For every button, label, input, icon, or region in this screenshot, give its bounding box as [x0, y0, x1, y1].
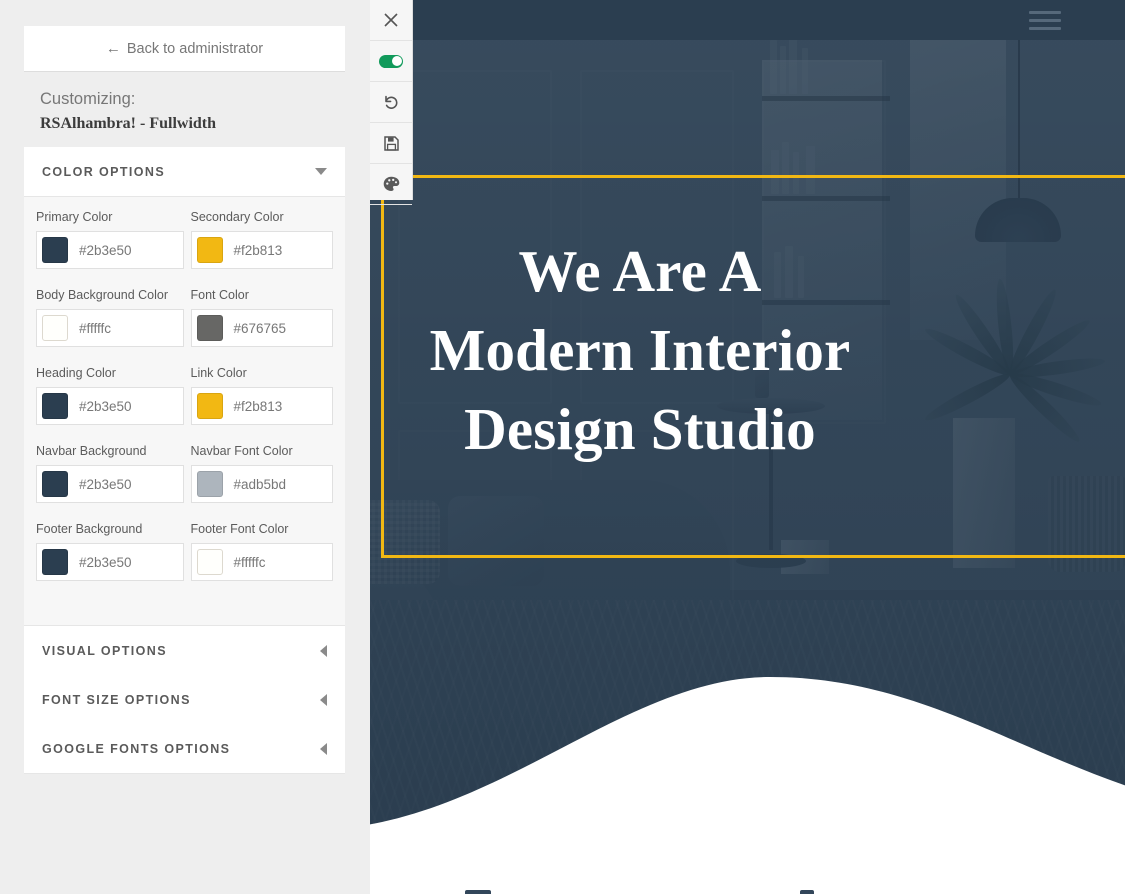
color-value: #f2b813 — [233, 242, 283, 258]
section-title-font-size-options: FONT SIZE OPTIONS — [42, 692, 191, 707]
field-font-color: Font Color #676765 — [185, 287, 333, 365]
color-options-body: Primary Color #2b3e50 Secondary Color #f… — [24, 197, 345, 626]
section-google-fonts-options: GOOGLE FONTS OPTIONS — [24, 724, 345, 774]
section-header-font-size-options[interactable]: FONT SIZE OPTIONS — [24, 675, 345, 725]
color-picker-primary-color[interactable]: #2b3e50 — [36, 231, 184, 269]
color-value: #2b3e50 — [79, 476, 132, 492]
color-swatch[interactable] — [196, 237, 223, 263]
hero-heading-line-2: Modern Interior — [429, 317, 851, 383]
back-to-administrator-button[interactable]: ← Back to administrator — [24, 26, 345, 72]
field-label: Secondary Color — [190, 210, 284, 224]
below-fold-item-2 — [800, 890, 814, 894]
section-title-visual-options: VISUAL OPTIONS — [42, 643, 167, 658]
field-heading-color: Heading Color #2b3e50 — [36, 365, 185, 443]
section-header-google-fonts-options[interactable]: GOOGLE FONTS OPTIONS — [24, 724, 345, 774]
field-label: Font Color — [190, 288, 249, 302]
color-value: #2b3e50 — [79, 398, 132, 414]
chevron-left-icon — [320, 693, 327, 706]
color-value: #2b3e50 — [79, 554, 132, 570]
site-preview: We Are A Modern Interior Design Studio — [370, 0, 1125, 894]
section-font-size-options: FONT SIZE OPTIONS — [24, 675, 345, 725]
back-to-administrator-label: Back to administrator — [126, 40, 264, 57]
color-picker-secondary-color[interactable]: #f2b813 — [190, 231, 333, 269]
color-picker-heading-color[interactable]: #2b3e50 — [36, 387, 184, 425]
section-visual-options: VISUAL OPTIONS — [24, 626, 345, 676]
color-swatch[interactable] — [42, 393, 68, 419]
field-label: Body Background Color — [36, 288, 169, 302]
color-picker-footer-font-color[interactable]: #fffffc — [190, 543, 333, 581]
color-value: #2b3e50 — [79, 242, 132, 258]
customizing-title: Customizing: RSAlhambra! - Fullwidth — [40, 88, 340, 136]
color-swatch[interactable] — [196, 471, 223, 497]
section-header-color-options[interactable]: COLOR OPTIONS — [24, 147, 345, 197]
customizing-label: Customizing: — [40, 90, 136, 108]
field-footer-background: Footer Background #2b3e50 — [36, 521, 185, 599]
hero-heading: We Are A Modern Interior Design Studio — [370, 232, 1090, 469]
palette-icon[interactable] — [370, 164, 412, 205]
color-value: #676765 — [233, 320, 287, 336]
hero-heading-line-3: Design Studio — [464, 396, 816, 462]
chevron-left-icon — [320, 644, 327, 657]
color-value: #fffffc — [79, 320, 112, 336]
hamburger-icon[interactable] — [1029, 11, 1061, 30]
field-label: Navbar Font Color — [190, 444, 293, 458]
section-color-options: COLOR OPTIONS — [24, 147, 345, 197]
field-footer-font-color: Footer Font Color #fffffc — [185, 521, 333, 599]
field-label: Heading Color — [36, 366, 116, 380]
customizer-panel: ← Back to administrator Customizing: RSA… — [0, 0, 370, 894]
color-swatch[interactable] — [42, 471, 68, 497]
field-secondary-color: Secondary Color #f2b813 — [185, 209, 333, 287]
below-fold-item-1 — [465, 890, 491, 894]
field-label: Navbar Background — [36, 444, 147, 458]
color-picker-body-background-color[interactable]: #fffffc — [36, 309, 184, 347]
field-label: Footer Background — [36, 522, 143, 536]
back-arrow-icon: ← — [105, 40, 121, 57]
hero-section: We Are A Modern Interior Design Studio — [370, 0, 1125, 830]
field-label: Link Color — [190, 366, 247, 380]
field-label: Footer Font Color — [190, 522, 289, 536]
field-body-background-color: Body Background Color #fffffc — [36, 287, 185, 365]
close-icon[interactable] — [370, 0, 412, 41]
section-title-google-fonts-options: GOOGLE FONTS OPTIONS — [42, 741, 231, 756]
field-label: Primary Color — [36, 210, 113, 224]
field-navbar-font-color: Navbar Font Color #adb5bd — [185, 443, 333, 521]
color-swatch[interactable] — [196, 549, 223, 575]
color-value: #adb5bd — [233, 476, 287, 492]
color-picker-navbar-background[interactable]: #2b3e50 — [36, 465, 184, 503]
color-swatch[interactable] — [42, 237, 68, 263]
theme-name: RSAlhambra! - Fullwidth — [40, 115, 217, 132]
hero-heading-line-1: We Are A — [518, 238, 762, 304]
chevron-down-icon — [315, 168, 327, 175]
color-value: #f2b813 — [233, 398, 283, 414]
section-title-color-options: COLOR OPTIONS — [42, 164, 166, 179]
color-picker-footer-background[interactable]: #2b3e50 — [36, 543, 184, 581]
color-swatch[interactable] — [196, 393, 223, 419]
color-fields-grid: Primary Color #2b3e50 Secondary Color #f… — [24, 197, 345, 599]
color-value: #fffffc — [233, 554, 266, 570]
chevron-left-icon — [320, 742, 327, 755]
field-primary-color: Primary Color #2b3e50 — [36, 209, 185, 287]
color-picker-link-color[interactable]: #f2b813 — [190, 387, 333, 425]
toggle-switch[interactable] — [370, 41, 412, 82]
section-header-visual-options[interactable]: VISUAL OPTIONS — [24, 626, 345, 676]
undo-icon[interactable] — [370, 82, 412, 123]
color-swatch[interactable] — [42, 549, 68, 575]
field-link-color: Link Color #f2b813 — [185, 365, 333, 443]
color-swatch[interactable] — [196, 315, 223, 341]
color-picker-navbar-font-color[interactable]: #adb5bd — [190, 465, 333, 503]
customizer-toolbar — [370, 0, 413, 205]
color-picker-font-color[interactable]: #676765 — [190, 309, 333, 347]
field-navbar-background: Navbar Background #2b3e50 — [36, 443, 185, 521]
site-navbar — [370, 0, 1125, 40]
save-icon[interactable] — [370, 123, 412, 164]
below-fold-section — [370, 830, 1125, 894]
color-swatch[interactable] — [42, 315, 68, 341]
